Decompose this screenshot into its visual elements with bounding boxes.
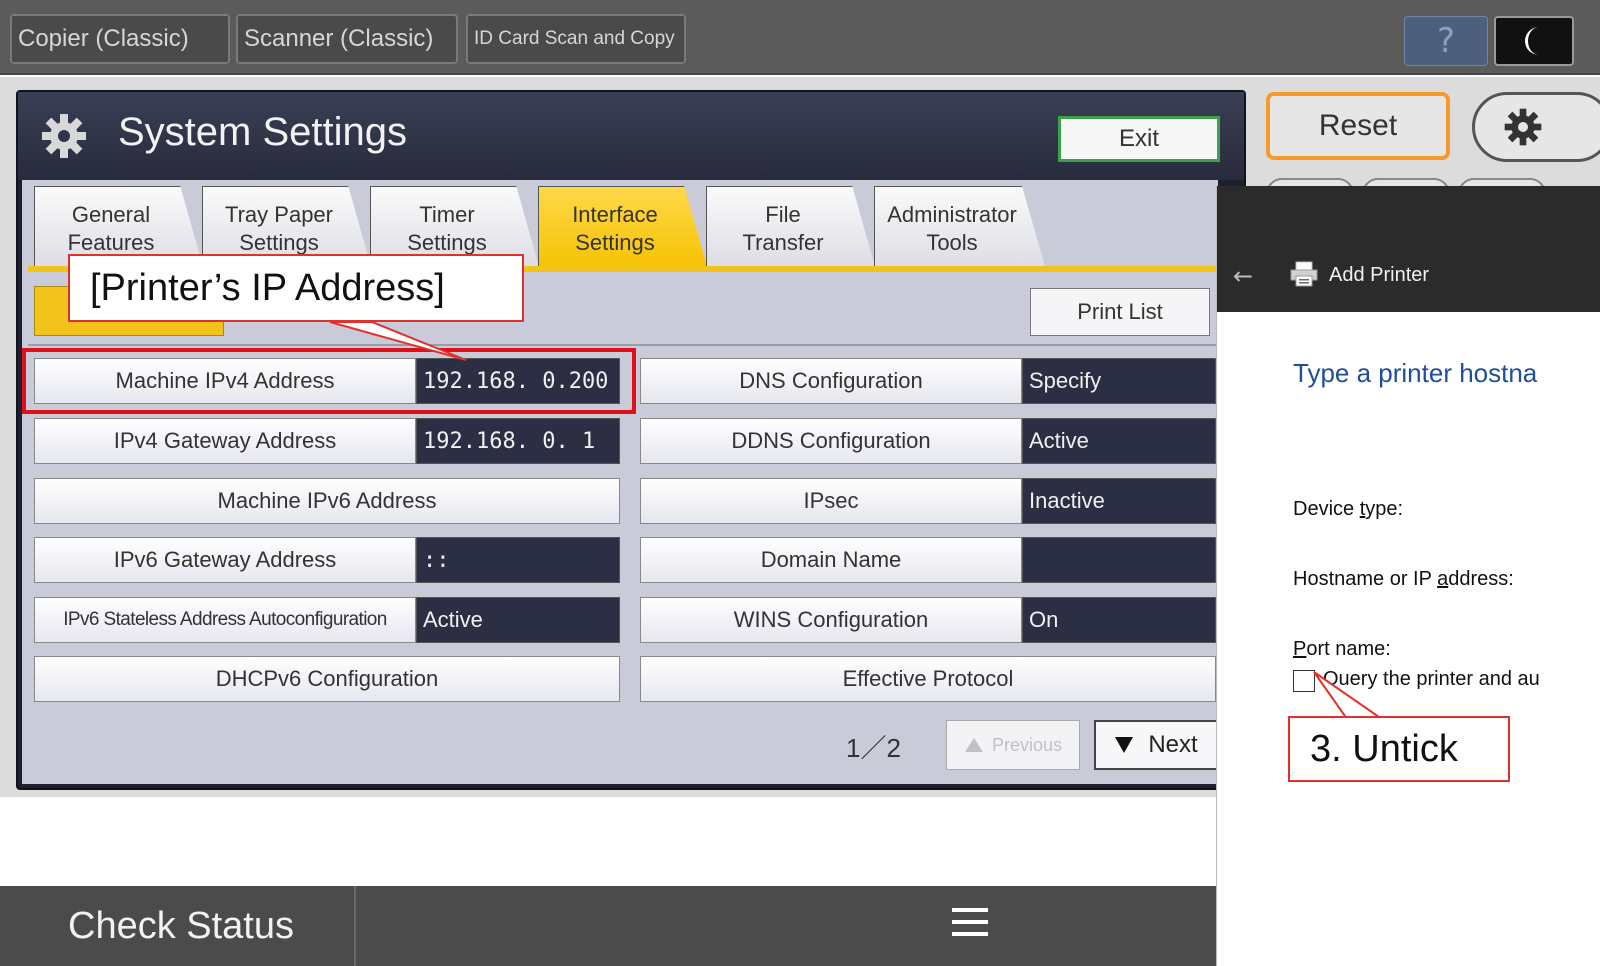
tab-interface-settings[interactable]: Interface Settings	[538, 186, 708, 270]
check-status-button[interactable]: Check Status	[0, 886, 356, 966]
triangle-down-icon	[1115, 737, 1134, 753]
tab-label: ID Card Scan and Copy	[474, 28, 675, 49]
hostname-label: Hostname or IP address:	[1293, 568, 1514, 590]
row-label: IPv6 Gateway Address	[113, 547, 337, 572]
wins-configuration-button[interactable]: WINS Configuration	[640, 597, 1022, 643]
row-label: IPv4 Gateway Address	[113, 428, 337, 453]
ddns-configuration-value: Active	[1022, 418, 1216, 464]
ipv6-gateway-address-value: ::	[416, 537, 620, 583]
printer-icon	[1290, 261, 1318, 287]
tab-line: Features	[67, 229, 155, 255]
row-label: IPsec	[803, 488, 859, 513]
tab-line: Interface	[572, 201, 658, 227]
row-label: DDNS Configuration	[731, 428, 931, 453]
tab-file-transfer[interactable]: File Transfer	[706, 186, 876, 270]
tab-line: Settings	[407, 229, 487, 255]
tab-scanner-classic[interactable]: Scanner (Classic)	[236, 14, 458, 64]
machine-ipv6-address-button[interactable]: Machine IPv6 Address	[34, 478, 620, 524]
exit-label: Exit	[1118, 125, 1159, 152]
print-list-button[interactable]: Print List	[1030, 288, 1210, 336]
tab-line: Settings	[239, 229, 319, 255]
dns-configuration-button[interactable]: DNS Configuration	[640, 358, 1022, 404]
previous-button[interactable]: Previous	[946, 720, 1080, 770]
check-status-label: Check Status	[68, 904, 294, 947]
settings-button[interactable]	[1472, 92, 1600, 162]
tab-line: Settings	[575, 229, 655, 255]
effective-protocol-button[interactable]: Effective Protocol	[640, 656, 1216, 702]
next-button[interactable]: Next	[1094, 720, 1218, 770]
ip-highlight-box	[22, 348, 636, 414]
menu-icon[interactable]	[948, 904, 992, 940]
tab-line: File	[765, 201, 801, 227]
port-name-label: Port name:	[1293, 638, 1391, 660]
query-printer-checkbox[interactable]	[1293, 670, 1315, 692]
row-label: IPv6 Stateless Address Autoconfiguration	[63, 609, 387, 630]
tab-line: Administrator	[887, 201, 1017, 227]
dhcpv6-configuration-button[interactable]: DHCPv6 Configuration	[34, 656, 620, 702]
help-button[interactable]: ?	[1404, 16, 1488, 66]
triangle-up-icon	[964, 738, 983, 752]
row-label: DNS Configuration	[739, 368, 923, 393]
moon-icon	[1525, 27, 1539, 55]
gear-icon	[1504, 108, 1542, 146]
page-title: System Settings	[118, 110, 408, 154]
night-mode-button[interactable]	[1494, 16, 1574, 66]
device-type-label: Device type:	[1293, 498, 1404, 520]
tab-id-card-scan[interactable]: ID Card Scan and Copy	[466, 14, 686, 64]
dialog-heading: Type a printer hostna	[1293, 358, 1538, 388]
row-label: DHCPv6 Configuration	[215, 666, 439, 691]
help-icon: ?	[1436, 21, 1456, 61]
page-indicator: 1／2	[846, 733, 901, 763]
ipv4-gateway-address-value: 192.168. 0. 1	[416, 418, 620, 464]
tab-line: Tray Paper	[224, 201, 333, 227]
tab-line: Timer	[419, 201, 475, 227]
ipsec-value: Inactive	[1022, 478, 1216, 524]
ip-address-callout: [Printer’s IP Address]	[68, 254, 524, 322]
reset-button[interactable]: Reset	[1266, 92, 1450, 160]
add-printer-dialog: ← Add Printer Type a printer hostna Devi…	[1216, 186, 1600, 966]
ipv6-gateway-address-button[interactable]: IPv6 Gateway Address	[34, 537, 416, 583]
previous-label: Previous	[991, 734, 1063, 755]
tab-label: Scanner (Classic)	[244, 25, 434, 52]
tab-copier-classic[interactable]: Copier (Classic)	[10, 14, 230, 64]
ipsec-button[interactable]: IPsec	[640, 478, 1022, 524]
blank-area	[0, 797, 1240, 897]
dialog-titlebar: ← Add Printer	[1217, 186, 1600, 312]
untick-callout: 3. Untick	[1288, 716, 1510, 782]
tab-label: Copier (Classic)	[18, 25, 189, 52]
back-arrow-icon[interactable]: ←	[1233, 262, 1253, 290]
ddns-configuration-button[interactable]: DDNS Configuration	[640, 418, 1022, 464]
row-label: Effective Protocol	[842, 666, 1014, 691]
exit-button[interactable]: Exit	[1058, 116, 1220, 162]
dialog-title: Add Printer	[1329, 264, 1430, 286]
divider	[28, 344, 1218, 346]
top-mode-bar: Copier (Classic) Scanner (Classic) ID Ca…	[0, 0, 1600, 75]
next-label: Next	[1148, 731, 1198, 758]
domain-name-button[interactable]: Domain Name	[640, 537, 1022, 583]
ipv6-stateless-autoconfig-button[interactable]: IPv6 Stateless Address Autoconfiguration	[34, 597, 416, 643]
query-printer-label: Query the printer and au	[1323, 668, 1540, 690]
tab-administrator-tools[interactable]: Administrator Tools	[874, 186, 1046, 270]
domain-name-value	[1022, 537, 1216, 583]
print-list-label: Print List	[1077, 299, 1163, 324]
tab-line: Tools	[926, 229, 978, 255]
gear-icon	[42, 114, 86, 158]
row-label: Domain Name	[760, 547, 902, 572]
row-label: WINS Configuration	[733, 607, 929, 632]
ipv4-gateway-address-button[interactable]: IPv4 Gateway Address	[34, 418, 416, 464]
bottom-bar: Check Status	[0, 886, 1216, 966]
wins-configuration-value: On	[1022, 597, 1216, 643]
reset-label: Reset	[1318, 109, 1398, 142]
dns-configuration-value: Specify	[1022, 358, 1216, 404]
tab-line: Transfer	[742, 229, 824, 255]
tab-line: General	[71, 201, 151, 227]
ipv6-stateless-autoconfig-value: Active	[416, 597, 620, 643]
row-label: Machine IPv6 Address	[217, 488, 437, 513]
system-settings-header: System Settings Exit	[18, 92, 1244, 180]
